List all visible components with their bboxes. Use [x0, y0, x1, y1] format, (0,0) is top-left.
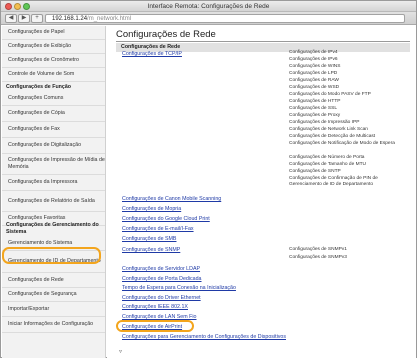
sidebar-item-label: Configurações Comuns: [8, 95, 64, 101]
sub-raw: Configurações de RAW: [289, 78, 339, 83]
sub-ipp: Configurações de Impressão IPP: [289, 120, 360, 125]
sidebar-item-import-export[interactable]: Importar/Exportar: [2, 302, 105, 317]
sub-multicast: Configurações de Detecção de Multicast: [289, 134, 376, 139]
sidebar-item-label: Configurações de Papel: [8, 29, 65, 35]
sidebar-item-system-management[interactable]: Gerenciamento do Sistema: [2, 237, 105, 251]
link-mopria[interactable]: Configurações de Mopria: [122, 206, 181, 213]
sidebar-item-label: Iniciar Informações de Configuração: [8, 321, 94, 327]
sidebar-item-fax[interactable]: Configurações de Fax: [2, 122, 105, 138]
sub-snmpv1: Configurações de SNMPv1: [289, 247, 347, 252]
link-ieee-8021x[interactable]: Configurações IEEE 802.1X: [122, 304, 188, 311]
sidebar-item-label: Configurações de Exibição: [8, 43, 72, 49]
link-ethernet-driver[interactable]: Configurações do Driver Ethernet: [122, 295, 201, 302]
scroll-more-indicator: ▿: [119, 349, 123, 355]
sidebar-item-memory-media-print[interactable]: Configurações de Impressão de Mídia de M…: [2, 154, 105, 175]
minimize-window-button[interactable]: [14, 3, 21, 10]
sub-mtu: Configurações de Tamanho de MTU: [289, 162, 366, 167]
sidebar-item-label: Configurações de Digitalização: [8, 142, 82, 148]
forward-button[interactable]: ▶: [18, 14, 30, 23]
sub-snmpv3: Configurações de SNMPv3: [289, 255, 347, 260]
sidebar-item-label: Configurações de Relatório de Saída: [8, 197, 95, 204]
new-tab-button[interactable]: +: [31, 14, 43, 23]
link-canon-mobile-scanning[interactable]: Configurações de Canon Mobile Scanning: [122, 196, 221, 203]
maximize-window-button[interactable]: [23, 3, 30, 10]
sidebar-item-label: Configurações de Impressão de Mídia de M…: [8, 157, 105, 170]
sub-wins: Configurações de WINS: [289, 64, 341, 69]
sidebar-item-department-id[interactable]: Gerenciamento de ID de Departamento: [2, 251, 105, 273]
link-tcpip[interactable]: Configurações de TCP/IP: [122, 51, 182, 58]
sidebar-item-volume[interactable]: Controle de Volume de Som: [2, 68, 105, 82]
sub-http: Configurações de HTTP: [289, 99, 341, 104]
sidebar-item-label: Configurações Favoritas: [8, 215, 66, 221]
sub-pin-confirmation: Configurações de Confirmação de PIN de G…: [289, 176, 378, 187]
main-content: Configurações de Rede Configurações de R…: [107, 26, 416, 358]
browser-toolbar: ◀ ▶ + 192.168.1.24/m_network.html: [1, 12, 416, 25]
sidebar-item-display[interactable]: Configurações de Exibição: [2, 40, 105, 54]
sidebar-item-common[interactable]: Configurações Comuns: [2, 92, 105, 106]
title-bar: Interface Remota: Configurações de Rede: [1, 1, 416, 12]
sidebar-item-timer[interactable]: Configurações de Cronômetro: [2, 54, 105, 68]
sidebar-item-label: Gerenciamento do Sistema: [8, 240, 73, 246]
sub-sleep-notification: Configurações de Notificação de Modo de …: [289, 141, 395, 146]
sub-sntp: Configurações de SNTP: [289, 169, 341, 174]
sidebar-item-copy[interactable]: Configurações de Cópia: [2, 106, 105, 122]
sub-lpd: Configurações de LPD: [289, 71, 338, 76]
sidebar-heading-management: Configurações de Gerenciamento do Sistem…: [6, 222, 99, 235]
address-bar[interactable]: 192.168.1.24/m_network.html: [45, 14, 405, 23]
sidebar-item-printer[interactable]: Configurações da Impressora: [2, 175, 105, 191]
title-divider: [116, 41, 410, 42]
sidebar-heading-function: Configurações de Função: [6, 84, 72, 90]
sidebar-item-label: Importar/Exportar: [8, 305, 50, 312]
sub-wsd: Configurações de WSD: [289, 85, 340, 90]
window-title: Interface Remota: Configurações de Rede: [147, 3, 270, 10]
url-path: /m_network.html: [87, 16, 132, 22]
sidebar-item-label: Configurações da Impressora: [8, 179, 78, 185]
url-host: 192.168.1.24: [52, 16, 88, 22]
link-snmp[interactable]: Configurações de SNMP: [122, 247, 180, 254]
sidebar-item-label: Configurações de Segurança: [8, 291, 77, 297]
sub-ssl: Configurações de SSL: [289, 106, 337, 111]
link-smb[interactable]: Configurações de SMB: [122, 236, 176, 243]
sidebar: Configurações de Papel Configurações de …: [2, 26, 106, 358]
sidebar-item-scan[interactable]: Configurações de Digitalização: [2, 138, 105, 154]
airprint-highlight: [116, 320, 194, 332]
sidebar-item-label: Configurações de Cronômetro: [8, 57, 79, 63]
close-window-button[interactable]: [5, 3, 12, 10]
sidebar-item-label: Configurações de Cópia: [8, 110, 65, 116]
sidebar-item-label: Controle de Volume de Som: [8, 71, 75, 77]
link-startup-wait-time[interactable]: Tempo de Espera para Conexão na Iniciali…: [122, 285, 236, 292]
browser-window: Interface Remota: Configurações de Rede …: [0, 0, 417, 358]
sub-ipv4: Configurações de IPv4: [289, 50, 338, 55]
sub-network-link-scan: Configurações de Network Link Scan: [289, 127, 368, 132]
link-dedicated-port[interactable]: Configurações de Porta Dedicada: [122, 276, 202, 283]
link-device-config-management[interactable]: Configurações para Gerenciamento de Conf…: [122, 334, 286, 341]
link-email-ifax[interactable]: Configurações de E-mail/I-Fax: [122, 226, 194, 233]
sidebar-item-network[interactable]: Configurações de Rede: [2, 273, 105, 288]
sub-ipv6: Configurações de IPv6: [289, 57, 338, 62]
sub-port-number: Configurações de Número de Porta: [289, 155, 365, 160]
sub-ftp-pasv: Configurações do Modo PASV de FTP: [289, 92, 371, 97]
sidebar-item-init-settings[interactable]: Iniciar Informações de Configuração: [2, 317, 105, 333]
sidebar-item-label: Configurações de Fax: [8, 126, 60, 132]
sidebar-item-label: Gerenciamento de ID de Departamento: [8, 258, 101, 264]
link-ldap-server[interactable]: Configurações de Servidor LDAP: [122, 266, 200, 273]
link-google-cloud-print[interactable]: Configurações do Google Cloud Print: [122, 216, 210, 223]
sidebar-item-paper[interactable]: Configurações de Papel: [2, 26, 105, 40]
sidebar-item-label: Configurações de Rede: [8, 276, 64, 283]
back-button[interactable]: ◀: [5, 14, 17, 23]
page-title: Configurações de Rede: [116, 29, 216, 40]
sidebar-item-report-output[interactable]: Configurações de Relatório de Saída: [2, 191, 105, 212]
sub-proxy: Configurações de Proxy: [289, 113, 341, 118]
sidebar-item-security[interactable]: Configurações de Segurança: [2, 288, 105, 302]
